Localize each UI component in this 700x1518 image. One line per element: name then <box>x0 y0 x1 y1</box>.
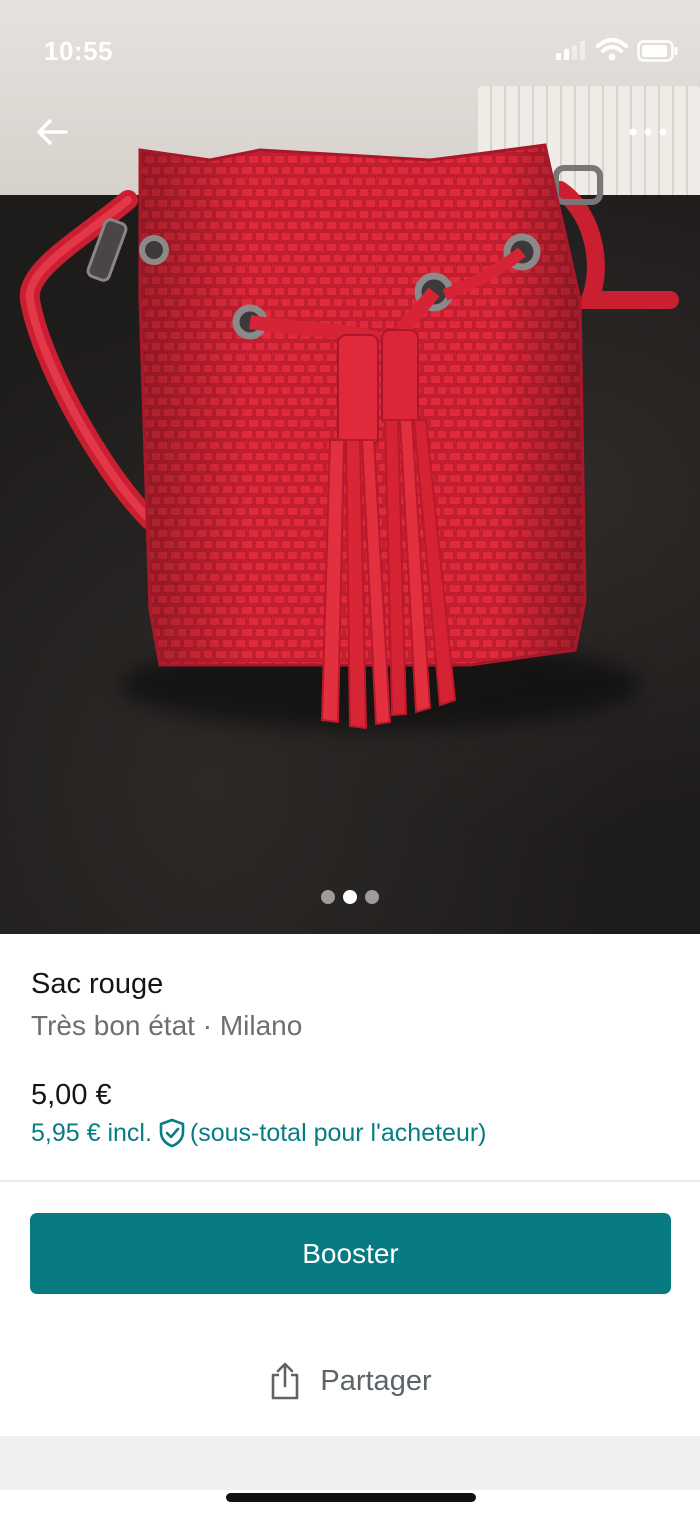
shield-check-icon <box>159 1118 185 1148</box>
buyer-price: 5,95 € incl. <box>31 1118 152 1147</box>
booster-button[interactable]: Booster <box>30 1213 671 1294</box>
more-horizontal-icon <box>629 128 667 136</box>
home-indicator[interactable] <box>226 1493 476 1502</box>
pager-dot-active[interactable] <box>343 890 357 904</box>
battery-icon <box>637 40 678 62</box>
share-button[interactable]: Partager <box>0 1348 700 1414</box>
share-icon <box>272 1362 299 1400</box>
wifi-icon <box>596 38 628 61</box>
cellular-signal-icon <box>556 41 585 60</box>
photo-pager <box>0 888 700 906</box>
buyer-price-line[interactable]: 5,95 € incl. (sous-total pour l'acheteur… <box>31 1118 487 1148</box>
listing-price: 5,00 € <box>31 1079 112 1111</box>
item-detail-screen: 10:55 Sac rouge Très bon état · Milano 5… <box>0 0 700 1518</box>
section-divider <box>0 1180 700 1182</box>
buyer-note: (sous-total pour l'acheteur) <box>189 1118 487 1147</box>
bottom-section-band <box>0 1436 700 1490</box>
listing-brand[interactable]: Milano <box>220 1010 302 1041</box>
arrow-left-icon <box>37 119 68 145</box>
product-photo[interactable]: 10:55 <box>0 0 700 934</box>
listing-condition: Très bon état <box>31 1010 195 1041</box>
back-button[interactable] <box>28 108 76 156</box>
listing-subtitle: Très bon état · Milano <box>31 1010 302 1042</box>
subtitle-separator: · <box>194 1010 220 1041</box>
status-bar: 10:55 <box>0 0 700 100</box>
pager-dot[interactable] <box>321 890 335 904</box>
listing-title: Sac rouge <box>31 968 164 1000</box>
pager-dot[interactable] <box>365 890 379 904</box>
more-options-button[interactable] <box>620 108 676 156</box>
red-bucket-bag-image <box>19 143 679 730</box>
share-label: Partager <box>320 1364 432 1397</box>
status-time: 10:55 <box>44 36 113 66</box>
listing-info: Sac rouge Très bon état · Milano 5,00 € … <box>0 934 700 1180</box>
